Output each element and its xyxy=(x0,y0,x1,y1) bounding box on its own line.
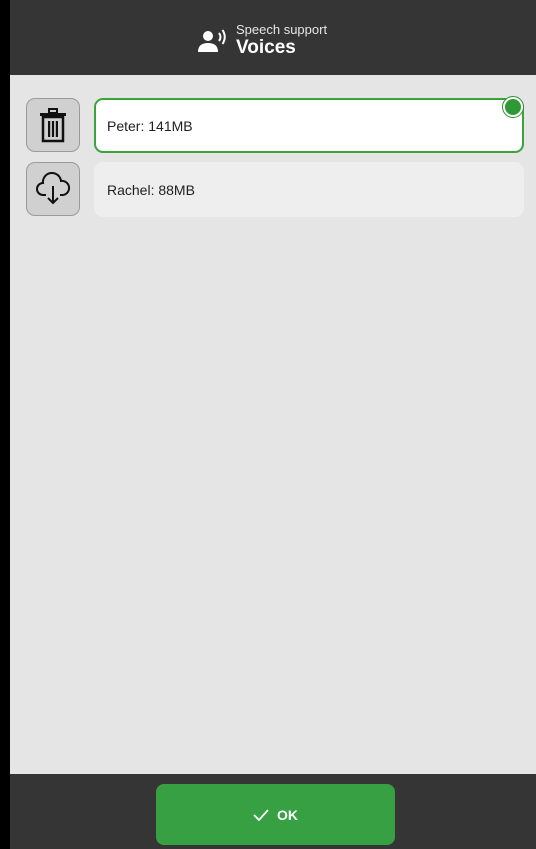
download-voice-button[interactable] xyxy=(26,162,80,216)
list-item-voice-rachel[interactable]: Rachel: 88MB xyxy=(94,162,524,217)
delete-voice-button[interactable] xyxy=(26,98,80,152)
trash-icon xyxy=(40,108,66,143)
cloud-download-icon xyxy=(36,172,71,205)
ok-button[interactable]: OK xyxy=(156,784,395,845)
header-subtitle: Speech support xyxy=(236,22,328,37)
voice-label: Rachel: 88MB xyxy=(107,181,195,198)
voice-label: Peter: 141MB xyxy=(107,117,193,134)
speaker-person-icon xyxy=(198,29,226,52)
footer-bar: OK xyxy=(10,774,536,849)
list-item-voice-peter[interactable]: Peter: 141MB xyxy=(94,98,524,153)
page-title: Voices xyxy=(236,37,296,58)
check-icon xyxy=(253,808,269,821)
header-bar: Speech support Voices xyxy=(10,0,536,75)
ok-label: OK xyxy=(277,806,298,823)
app-window: Speech support Voices Peter: 141MB Rache… xyxy=(10,0,536,849)
selected-indicator xyxy=(502,96,524,118)
